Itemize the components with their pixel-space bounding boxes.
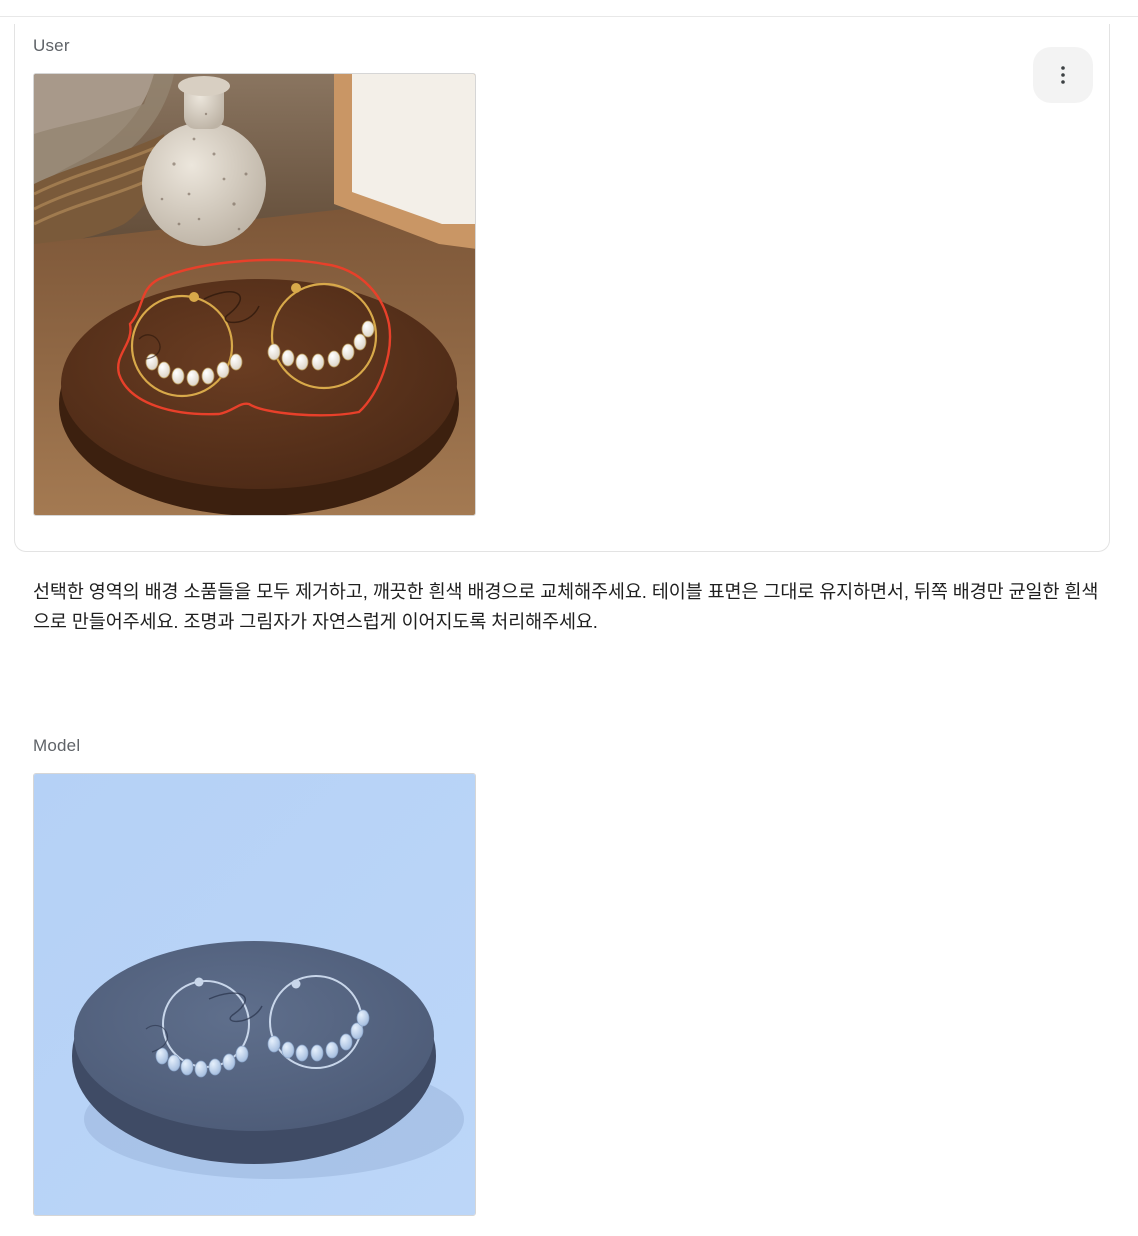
top-divider — [0, 16, 1138, 17]
chat-page: User 선택한 영역의 배경 소품들을 모두 제거하고, 깨끗한 흰색 배경으… — [0, 0, 1138, 1236]
model-role-label: Model — [33, 736, 81, 755]
user-uploaded-image[interactable] — [33, 73, 476, 516]
user-prompt-text: 선택한 영역의 배경 소품들을 모두 제거하고, 깨끗한 흰색 배경으로 교체해… — [33, 581, 1099, 632]
more-vert-icon — [1061, 66, 1065, 84]
more-options-button[interactable] — [1033, 47, 1093, 103]
model-generated-image[interactable] — [33, 773, 476, 1216]
user-role-label: User — [33, 36, 70, 55]
